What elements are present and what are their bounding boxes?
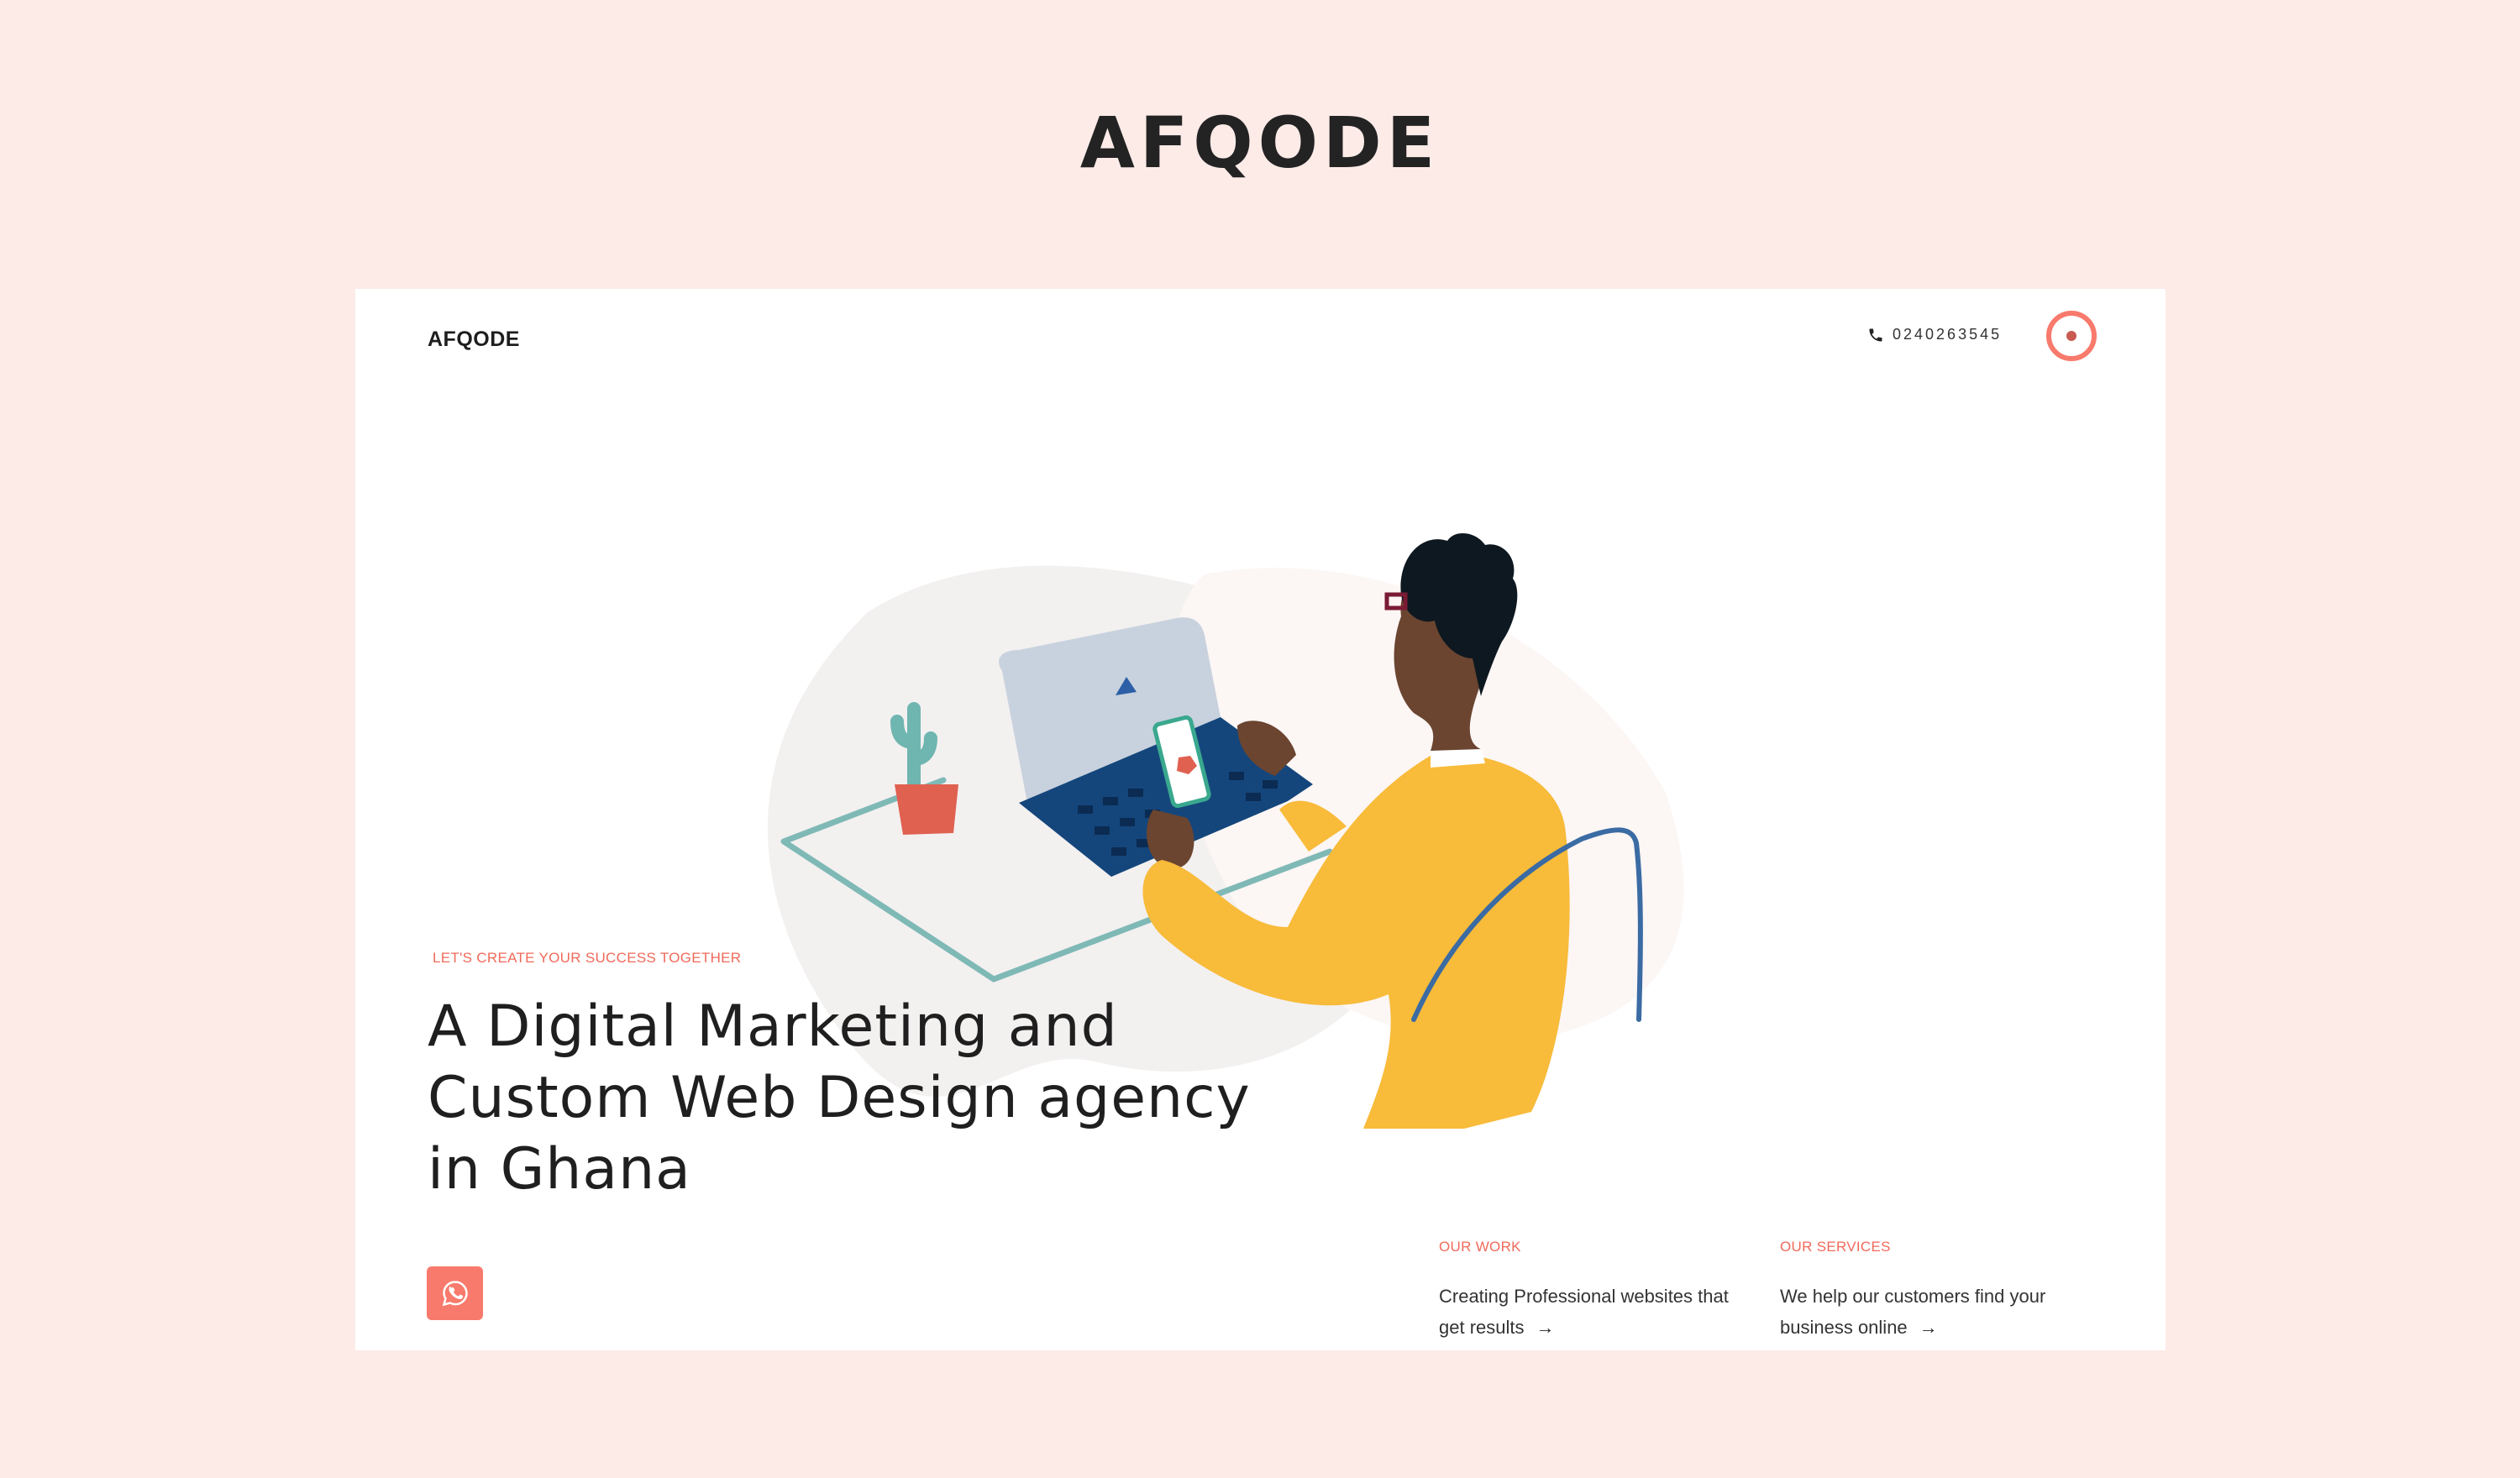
whatsapp-icon	[442, 1281, 468, 1307]
phone-contact[interactable]: 0240263545	[1867, 326, 2002, 343]
target-menu-icon	[2066, 331, 2076, 341]
feature-text-line: We help our customers find your	[1780, 1286, 2046, 1307]
headline-line: A Digital Marketing and	[428, 993, 1118, 1060]
feature-text-line: business online	[1780, 1317, 1908, 1338]
site-logo[interactable]: AFQODE	[428, 328, 520, 352]
hero-headline: A Digital Marketing and Custom Web Desig…	[428, 991, 1352, 1205]
feature-text-line: Creating Professional websites that	[1439, 1286, 1729, 1307]
menu-toggle-button[interactable]	[2046, 311, 2097, 361]
phone-number: 0240263545	[1893, 326, 2003, 343]
showcase-title: AFQODE	[1079, 102, 1441, 184]
headline-line: in Ghana	[428, 1136, 691, 1203]
feature-description: Creating Professional websites that get …	[1439, 1281, 1741, 1343]
website-preview: AFQODE 0240263545 LET'S CREATE YOUR SUCC…	[355, 289, 2166, 1350]
arrow-right-icon[interactable]: →	[1919, 1317, 1938, 1338]
whatsapp-button[interactable]	[427, 1266, 483, 1320]
feature-our-services: OUR SERVICES We help our customers find …	[1780, 1239, 2082, 1343]
feature-our-work: OUR WORK Creating Professional websites …	[1439, 1239, 1741, 1343]
feature-eyebrow: OUR WORK	[1439, 1239, 1521, 1255]
feature-eyebrow: OUR SERVICES	[1780, 1239, 1891, 1255]
hero-tagline: LET'S CREATE YOUR SUCCESS TOGETHER	[433, 950, 742, 966]
feature-text-line: get results	[1439, 1317, 1525, 1338]
phone-icon	[1869, 328, 1882, 341]
arrow-right-icon[interactable]: →	[1536, 1317, 1555, 1338]
cactus-pot	[895, 784, 958, 835]
headline-line: Custom Web Design agency	[428, 1065, 1251, 1131]
feature-description: We help our customers find your business…	[1780, 1281, 2082, 1343]
